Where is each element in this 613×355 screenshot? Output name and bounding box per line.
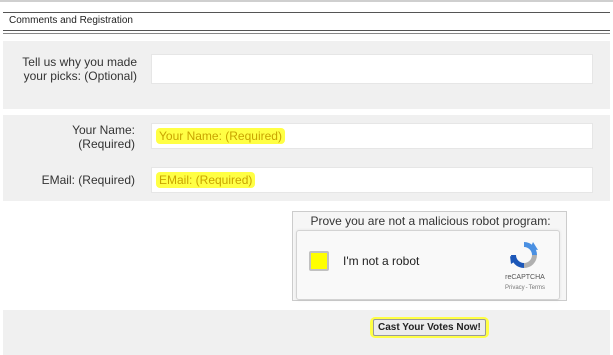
section-header: Comments and Registration	[3, 12, 610, 31]
identity-panel: Your Name: (Required) Your Name: (Requir…	[3, 115, 610, 201]
email-field[interactable]: EMail: (Required)	[151, 167, 593, 193]
link-separator: -	[525, 285, 528, 291]
name-placeholder: Your Name: (Required)	[156, 128, 285, 144]
submit-panel	[3, 310, 610, 355]
recaptcha-logo-icon	[510, 242, 538, 268]
section-title: Comments and Registration	[9, 15, 133, 26]
registration-form: Comments and Registration Tell us why yo…	[0, 0, 613, 355]
not-a-robot-checkbox[interactable]	[309, 251, 329, 271]
captcha-box: Prove you are not a malicious robot prog…	[292, 211, 567, 301]
recaptcha-links: Privacy-Terms	[497, 285, 553, 291]
recaptcha-widget: I'm not a robot reCAPTCHA Privacy-Terms	[296, 230, 560, 300]
not-a-robot-label: I'm not a robot	[343, 254, 420, 268]
comments-label: Tell us why you made your picks: (Option…	[22, 55, 137, 83]
terms-link[interactable]: Terms	[529, 285, 545, 291]
captcha-prompt: Prove you are not a malicious robot prog…	[310, 214, 551, 228]
name-field[interactable]: Your Name: (Required)	[151, 123, 593, 149]
top-border	[0, 0, 613, 2]
header-divider	[3, 33, 610, 34]
submit-highlight: Cast Your Votes Now!	[370, 317, 489, 338]
comments-panel: Tell us why you made your picks: (Option…	[3, 41, 610, 109]
cast-votes-button[interactable]: Cast Your Votes Now!	[373, 319, 486, 336]
privacy-link[interactable]: Privacy	[505, 285, 525, 291]
email-label: EMail: (Required)	[41, 173, 135, 187]
email-placeholder: EMail: (Required)	[156, 172, 256, 188]
name-label: Your Name: (Required)	[72, 123, 135, 151]
comments-field[interactable]	[151, 54, 593, 84]
recaptcha-brand: reCAPTCHA	[505, 274, 545, 281]
